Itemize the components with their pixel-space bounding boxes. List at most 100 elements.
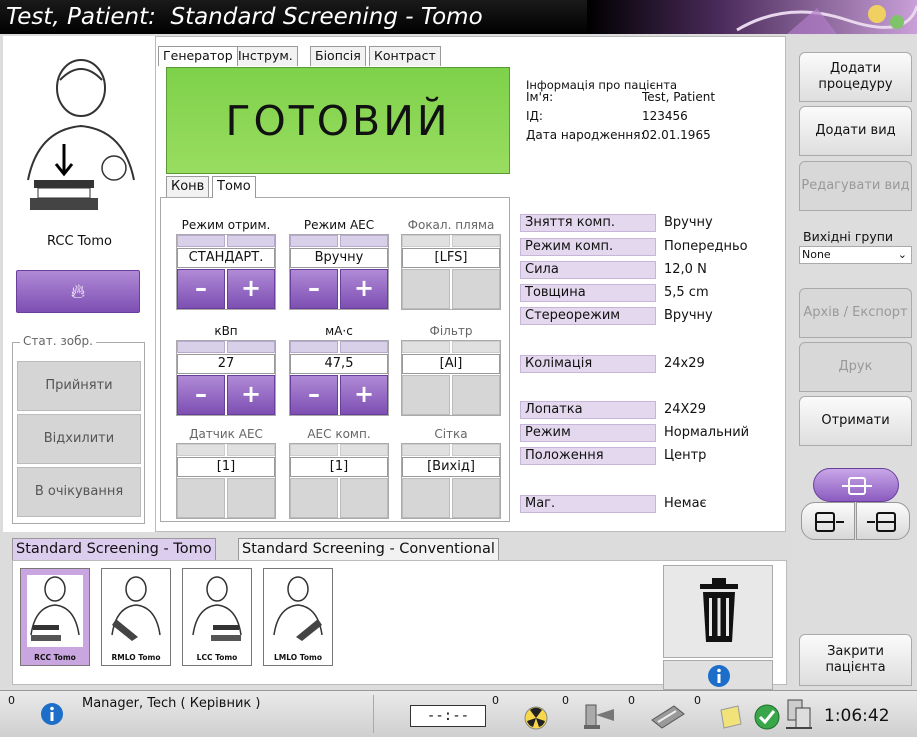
- edit-view-button: Редагувати вид: [799, 161, 912, 211]
- param-value: 24x29: [664, 356, 705, 371]
- kv-minus-button[interactable]: –: [177, 375, 225, 415]
- patient-dob-value: 02.01.1965: [642, 128, 711, 142]
- thumbnail-label: RMLO Tomo: [111, 653, 161, 662]
- param-value: Попередньо: [664, 239, 748, 254]
- param-label: Сила: [520, 261, 656, 279]
- add-view-button[interactable]: Додати вид: [799, 106, 912, 156]
- check-icon[interactable]: [754, 704, 780, 730]
- breast-view-icon: [27, 575, 83, 647]
- paddle-shift-control: [799, 468, 912, 543]
- output-groups-select[interactable]: None ⌄: [799, 246, 912, 264]
- grid-label: Сітка: [434, 427, 468, 441]
- paddle-center-button[interactable]: [813, 468, 899, 502]
- param-value: Нормальний: [664, 425, 750, 440]
- chevron-down-icon: ⌄: [897, 248, 907, 261]
- focal-spot-value: [LFS]: [402, 248, 500, 268]
- retrieve-button[interactable]: Отримати: [799, 396, 912, 446]
- flower-decoration-icon: [587, 0, 917, 34]
- aec-comp-value: [1]: [290, 457, 388, 477]
- status-count: 0: [628, 694, 635, 707]
- radiation-icon[interactable]: [524, 706, 548, 730]
- accept-button[interactable]: Прийняти: [17, 361, 141, 411]
- network-icon[interactable]: [782, 698, 816, 732]
- tab-sequence-conventional[interactable]: Standard Screening - Conventional: [238, 538, 499, 560]
- filter-label: Фільтр: [429, 324, 473, 338]
- tab-instrument[interactable]: Інструм.: [233, 46, 298, 66]
- kv-label: кВп: [214, 324, 238, 338]
- patient-name-value: Test, Patient: [642, 90, 716, 104]
- reject-button[interactable]: Відхилити: [17, 414, 141, 464]
- view-name-label: RCC Tomo: [47, 234, 112, 249]
- paddle-left-icon: [815, 512, 844, 532]
- current-user[interactable]: Manager, Tech ( Керівник ): [82, 696, 260, 711]
- param-value: Немає: [664, 496, 707, 511]
- acq-mode-minus-button[interactable]: –: [177, 269, 225, 309]
- ready-status: ГОТОВИЙ: [166, 67, 510, 174]
- aec-mode-plus-button[interactable]: +: [340, 269, 388, 309]
- aec-sensor-value: [1]: [177, 457, 275, 477]
- patient-name-label: Ім'я:: [526, 90, 554, 104]
- divider: [373, 695, 374, 733]
- aec-sensor-control: [1]: [176, 443, 276, 519]
- patient-dob-label: Дата народження:: [526, 128, 645, 142]
- kv-control: 27 – +: [176, 340, 276, 416]
- aec-mode-value: Вручну: [290, 248, 388, 268]
- info-button[interactable]: [663, 660, 773, 690]
- pending-button[interactable]: В очікування: [17, 467, 141, 517]
- archive-export-button: Архів / Експорт: [799, 288, 912, 338]
- acq-mode-plus-button[interactable]: +: [227, 269, 275, 309]
- acq-mode-value: СТАНДАРТ.: [177, 248, 275, 268]
- param-label: Положення: [520, 447, 656, 465]
- acq-mode-control: СТАНДАРТ. – +: [176, 234, 276, 310]
- tab-biopsy[interactable]: Біопсія: [310, 46, 366, 66]
- printer-icon[interactable]: [648, 700, 686, 732]
- window-title: Test, Patient: Standard Screening - Tomo: [6, 4, 483, 30]
- info-icon[interactable]: [40, 702, 64, 726]
- breast-view-icon: [192, 576, 242, 641]
- param-value: 12,0 N: [664, 262, 707, 277]
- add-procedure-button[interactable]: Додати процедуру: [799, 52, 912, 102]
- flame-button[interactable]: 🔥︎: [16, 270, 140, 313]
- status-count: 0: [562, 694, 569, 707]
- thumbnail-lmlo-tomo[interactable]: LMLO Tomo: [263, 568, 333, 666]
- tab-tomo[interactable]: Томо: [212, 176, 256, 198]
- focal-spot-minus-button: [402, 269, 450, 309]
- tab-contrast[interactable]: Контраст: [369, 46, 441, 66]
- patient-id-value: 123456: [642, 109, 688, 123]
- param-label: Режим комп.: [520, 238, 656, 256]
- paddle-right-icon: [867, 512, 896, 532]
- tab-sequence-tomo[interactable]: Standard Screening - Tomo: [12, 538, 216, 560]
- notes-icon[interactable]: [718, 704, 744, 730]
- paddle-right-button[interactable]: [856, 502, 910, 540]
- thumbnail-rmlo-tomo[interactable]: RMLO Tomo: [101, 568, 171, 666]
- status-count: 0: [492, 694, 499, 707]
- close-patient-button[interactable]: Закрити пацієнта: [799, 634, 912, 686]
- gantry-icon[interactable]: [580, 701, 618, 731]
- thumbnail-lcc-tomo[interactable]: LCC Tomo: [182, 568, 252, 666]
- patient-id-label: ІД:: [526, 109, 543, 123]
- status-count: 0: [694, 694, 701, 707]
- focal-spot-plus-button: [452, 269, 500, 309]
- aec-comp-label: AEC комп.: [307, 427, 371, 441]
- grid-minus-button: [402, 478, 450, 518]
- param-label: Зняття комп.: [520, 214, 656, 232]
- param-label: Маг.: [520, 495, 656, 513]
- title-bar: Test, Patient: Standard Screening - Tomo: [0, 0, 917, 34]
- mas-minus-button[interactable]: –: [290, 375, 338, 415]
- tab-generator[interactable]: Генератор: [158, 46, 238, 66]
- filter-value: [Al]: [402, 354, 500, 374]
- param-value: Центр: [664, 448, 707, 463]
- kv-plus-button[interactable]: +: [227, 375, 275, 415]
- mas-plus-button[interactable]: +: [340, 375, 388, 415]
- param-label: Стереорежим: [520, 307, 656, 325]
- breast-compression-icon: [27, 59, 135, 210]
- trash-button[interactable]: [663, 565, 773, 658]
- paddle-left-button[interactable]: [801, 502, 855, 540]
- thumbnail-rcc-tomo[interactable]: RCC Tomo: [20, 568, 90, 666]
- grid-plus-button: [452, 478, 500, 518]
- tab-conventional[interactable]: Конв: [166, 176, 210, 198]
- info-icon: [708, 665, 730, 687]
- aec-mode-minus-button[interactable]: –: [290, 269, 338, 309]
- trash-icon: [700, 578, 738, 642]
- param-value: Вручну: [664, 308, 713, 323]
